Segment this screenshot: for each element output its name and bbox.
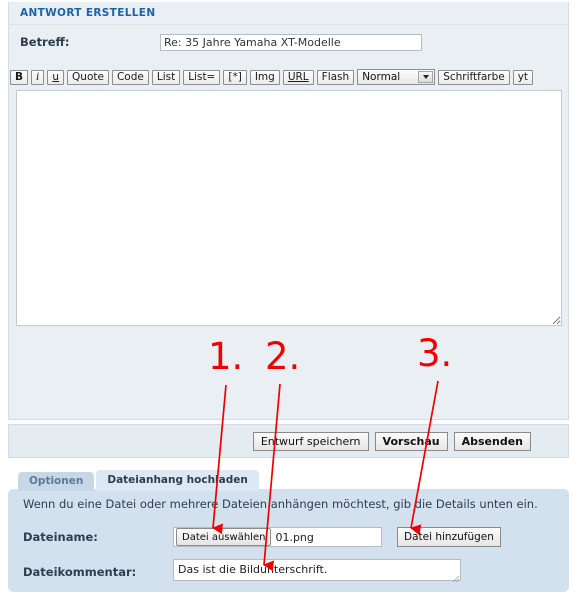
font-size-select[interactable]: Normal [357,69,435,85]
filecomment-textarea[interactable] [173,559,461,581]
quote-button[interactable]: Quote [67,70,109,85]
italic-button[interactable]: i [31,70,44,85]
image-button[interactable]: Img [250,70,280,85]
font-color-button[interactable]: Schriftfarbe [438,70,510,85]
add-file-button[interactable]: Datei hinzufügen [397,527,501,547]
filecomment-row: Dateikommentar: [23,559,461,584]
underline-button[interactable]: u [47,70,64,85]
choose-file-button[interactable]: Datei auswählen [176,528,271,546]
filecomment-label: Dateikommentar: [23,565,173,579]
flash-button[interactable]: Flash [317,70,355,85]
list-item-button[interactable]: [*] [223,70,246,85]
attachment-instructions: Wenn du eine Datei oder mehrere Dateien … [23,497,538,511]
file-input[interactable]: Datei auswählen 01.png [173,527,382,547]
subject-label: Betreff: [20,35,160,49]
tab-optionen[interactable]: Optionen [18,472,94,491]
filename-label: Dateiname: [23,530,173,544]
url-button[interactable]: URL [283,70,314,85]
subject-input[interactable] [160,34,422,51]
bbcode-toolbar: B i u Quote Code List List= [*] Img URL … [10,69,533,85]
save-draft-button[interactable]: Entwurf speichern [253,432,369,451]
font-size-value: Normal [362,70,400,84]
attachment-tabs: Optionen Dateianhang hochladen [18,470,259,491]
page-title: ANTWORT ERSTELLEN [9,2,568,25]
form-action-bar: Entwurf speichern Vorschau Absenden [8,424,569,458]
submit-button[interactable]: Absenden [454,432,531,451]
list-button[interactable]: List [152,70,180,85]
tab-dateianhang-hochladen[interactable]: Dateianhang hochladen [96,470,259,491]
chevron-down-icon [418,71,433,83]
youtube-button[interactable]: yt [513,70,533,85]
selected-filename: 01.png [275,531,313,544]
bold-button[interactable]: B [10,70,28,85]
subject-row: Betreff: [9,25,568,59]
message-textarea[interactable] [16,90,562,326]
preview-button[interactable]: Vorschau [375,432,448,451]
attachment-panel: Wenn du eine Datei oder mehrere Dateien … [8,489,569,592]
filename-row: Dateiname: Datei auswählen 01.png Datei … [23,527,501,547]
ordered-list-button[interactable]: List= [183,70,220,85]
code-button[interactable]: Code [112,70,149,85]
